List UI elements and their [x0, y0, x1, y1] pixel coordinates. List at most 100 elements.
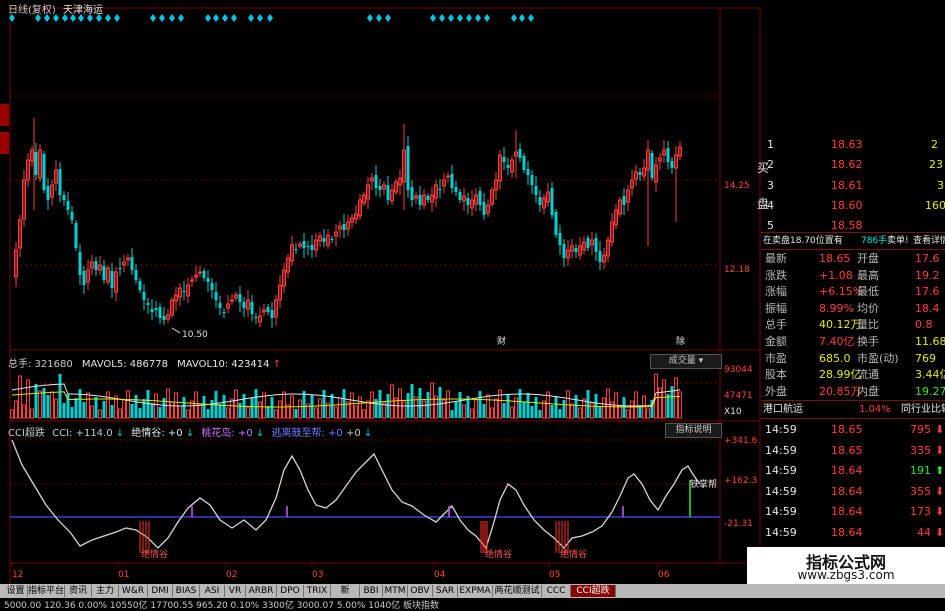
volume-axis-label: 47471 [724, 391, 753, 401]
candle-body [554, 212, 558, 235]
bid-price: 18.58 [831, 219, 863, 232]
volume-bar [30, 408, 34, 419]
candle-body [562, 244, 566, 258]
bid-qty: 160 [925, 199, 945, 212]
indicator-tab[interactable]: 两花顺测试 [493, 585, 542, 597]
volume-bar [578, 407, 582, 419]
sector-row[interactable]: 港口航运 1.04% 同行业比较 [761, 402, 945, 417]
indicator-tab[interactable]: BBI [360, 585, 383, 597]
candle-body [134, 270, 138, 280]
sell-alert-bar[interactable]: 在卖盘18.70位置有 786手 卖单! 查看详情 [761, 234, 945, 249]
left-tab-2[interactable] [0, 132, 9, 154]
divider [761, 232, 945, 233]
volume-bar [274, 409, 278, 419]
indicator-tab[interactable]: 新DMA [331, 585, 360, 608]
volume-bar [166, 388, 170, 419]
indicator-tab[interactable]: 主力 [92, 585, 119, 597]
candle-body [574, 248, 578, 252]
price-axis-label: 14.25 [724, 181, 750, 191]
indicator-tab[interactable]: DMI [148, 585, 173, 597]
quote-value: 28.99亿 [819, 368, 862, 382]
tick-price: 18.64 [831, 505, 863, 518]
indicator-tab[interactable]: CCC [542, 585, 571, 597]
volume-bar [438, 387, 442, 418]
volume-bar [462, 404, 466, 419]
volume-bar [446, 390, 450, 419]
quote-label: 最新 [765, 252, 787, 265]
indicator-help-label: 指标说明 [675, 425, 712, 435]
indicator-help-button[interactable]: 指标说明 [665, 423, 722, 438]
volume-bar [646, 408, 650, 419]
mavol5-label: MAVOL5: 486778 [81, 359, 168, 370]
indicator-tab[interactable]: CCI超跌 [571, 585, 616, 597]
indicator-tab[interactable]: DPO [277, 585, 304, 597]
bid-row[interactable]: 3 18.61 3 [761, 178, 945, 193]
arrow-down-icon: ⬇ [935, 484, 945, 498]
indicator-tab[interactable]: OBV [408, 585, 433, 597]
sector-compare[interactable]: 同行业比较 [901, 402, 945, 417]
sector-name[interactable]: 港口航运 [763, 402, 803, 417]
arrow-down-icon: ⬇ [935, 525, 945, 539]
bid-row[interactable]: 4 18.60 160 [761, 198, 945, 213]
bid-row[interactable]: 2 18.62 23 [761, 157, 945, 172]
quote-row: 外盘 20.85万内盘 19.27万 [761, 384, 945, 399]
volume-bar [362, 409, 366, 419]
bid-row[interactable]: 5 18.58 [761, 218, 945, 233]
volume-bar [14, 400, 18, 419]
indicator-tab[interactable]: TRIX [304, 585, 331, 597]
volume-bar [534, 397, 538, 418]
diamond-marker [448, 14, 454, 22]
arrow-down-icon: ↓ [255, 428, 265, 439]
volume-bar [510, 406, 514, 419]
volume-bar [170, 401, 174, 419]
volume-bar [18, 375, 22, 419]
diamond-marker [205, 14, 211, 22]
volume-bar [34, 384, 38, 418]
indicator-tab[interactable]: BIAS [173, 585, 200, 597]
bid-qty: 3 [937, 179, 944, 192]
candle-body [466, 198, 470, 205]
indicator-tab[interactable]: 设置 [4, 585, 28, 597]
bid-level: 1 [767, 138, 774, 151]
tick-row: 14:59 18.65 335 ⬇ [761, 443, 945, 458]
left-tab-1[interactable] [0, 104, 9, 126]
candle-body [322, 238, 326, 242]
candle-body [518, 149, 522, 158]
volume-indicator-button[interactable]: 成交量 ▾ [650, 354, 722, 369]
volume-bar [230, 398, 234, 419]
period-label[interactable]: 日线(复权) [8, 5, 56, 16]
indicator-tab[interactable]: EXPMA [458, 585, 493, 597]
watermark-url: www.zbgs3.com [797, 568, 895, 582]
candle-body [650, 153, 654, 178]
date-axis-label: 02 [226, 570, 237, 580]
left-toolbar [0, 24, 10, 324]
indicator-tab[interactable]: 指标平台 [28, 585, 65, 597]
candle-body [214, 292, 218, 300]
volume-bar [246, 406, 250, 419]
indicator-tab[interactable]: SAR [433, 585, 458, 597]
stock-name: 天津海运 [63, 5, 103, 16]
candle-body [190, 279, 194, 282]
quote-value: 769 [915, 351, 936, 365]
sell-alert-more[interactable]: 查看详情 [913, 234, 945, 249]
indicator-tab[interactable]: W&R [119, 585, 148, 597]
volume-bar [90, 405, 94, 419]
indicator-tab[interactable]: VR [225, 585, 246, 597]
indicator-tab-bar: 设置指标平台资讯主力W&RDMIBIASASIVRARBRDPOTRIX新DMA… [0, 584, 945, 608]
candle-body [458, 192, 462, 200]
indicator-tab[interactable]: 资讯 [65, 585, 92, 597]
tick-row: 14:59 18.64 355 ⬇ [761, 484, 945, 499]
tick-price: 18.65 [831, 423, 863, 436]
candle-body [666, 148, 670, 162]
volume-bar [558, 409, 562, 418]
indicator-tab[interactable]: ARBR [246, 585, 277, 597]
volume-bar [186, 409, 190, 419]
volume-bar [262, 392, 266, 419]
volume-bar [294, 409, 298, 418]
indicator-tab[interactable]: ASI [200, 585, 225, 597]
candle-body [598, 251, 602, 262]
tick-row: 14:59 18.64 173 ⬇ [761, 504, 945, 519]
sell-alert-single: 卖单! [887, 236, 909, 246]
bid-row[interactable]: 1 18.63 2 [761, 137, 945, 152]
indicator-tab[interactable]: MTM [383, 585, 408, 597]
